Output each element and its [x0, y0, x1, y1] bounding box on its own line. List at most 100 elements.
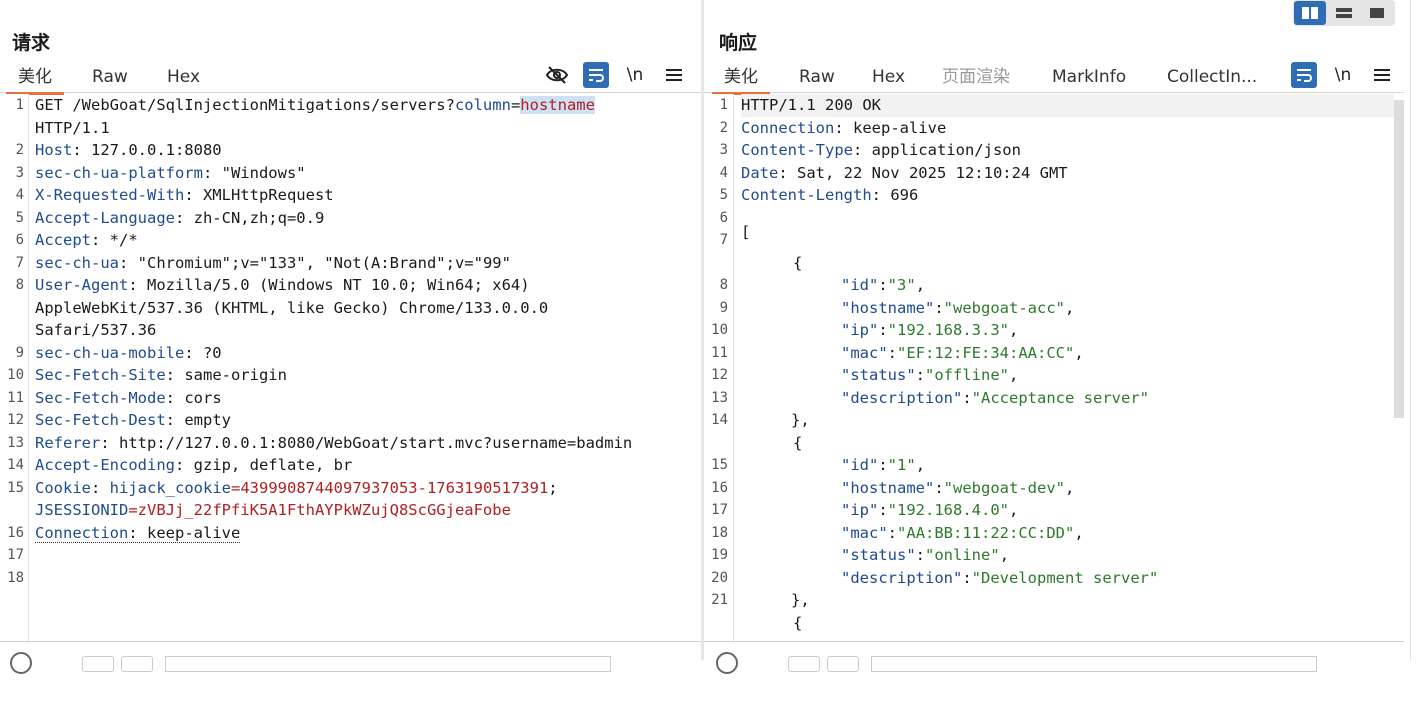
header-line: Referer: http://127.0.0.1:8080/WebGoat/s… — [35, 432, 632, 455]
header-line: Sec-Fetch-Dest: empty — [35, 409, 231, 432]
tab-markinfo[interactable]: MarkInfo — [1052, 66, 1126, 92]
line-number: 16 — [704, 480, 728, 496]
line-number: 11 — [0, 390, 24, 406]
menu-icon[interactable] — [661, 62, 687, 88]
header-line: Safari/537.36 — [35, 319, 156, 342]
line-number: 17 — [0, 547, 24, 563]
right-edge-panel — [1404, 0, 1420, 660]
tab-raw[interactable]: Raw — [92, 66, 128, 92]
settings-icon[interactable] — [716, 652, 738, 674]
line-number: 9 — [704, 300, 728, 316]
cookie-line: Cookie: hijack_cookie=439990874409793705… — [35, 477, 558, 500]
header-line: Accept: */* — [35, 229, 138, 252]
request-footer — [0, 641, 701, 660]
selected-text: hostname — [520, 96, 595, 114]
tab-pretty[interactable]: 美化 — [712, 66, 770, 95]
json-line: { — [793, 252, 802, 275]
line-number: 16 — [0, 525, 24, 541]
line-number: 7 — [0, 255, 24, 271]
line-number: 17 — [704, 502, 728, 518]
header-line: Accept-Encoding: gzip, deflate, br — [35, 454, 352, 477]
forward-button[interactable] — [827, 656, 859, 672]
wrap-icon[interactable] — [1291, 62, 1317, 88]
header-line: sec-ch-ua-mobile: ?0 — [35, 342, 222, 365]
header-line: Sec-Fetch-Site: same-origin — [35, 364, 287, 387]
line-number: 12 — [704, 367, 728, 383]
json-line: [ — [741, 221, 750, 244]
request-pane: 请求 美化 Raw Hex \n 1 2 3 4 5 6 7 8 9 10 11… — [0, 0, 701, 660]
header-line: User-Agent: Mozilla/5.0 (Windows NT 10.0… — [35, 274, 530, 297]
tab-collectinfo[interactable]: CollectIn... — [1167, 66, 1257, 92]
line-number: 13 — [0, 435, 24, 451]
line-number: 4 — [0, 187, 24, 203]
line-number: 10 — [704, 322, 728, 338]
line-number: 20 — [704, 570, 728, 586]
line-number: 18 — [0, 570, 24, 586]
json-line: "mac":"EF:12:FE:34:AA:CC", — [841, 342, 1084, 365]
line-number: 21 — [704, 592, 728, 608]
line-number: 3 — [0, 165, 24, 181]
vertical-scrollbar[interactable] — [1394, 100, 1404, 418]
line-number: 8 — [704, 277, 728, 293]
line-number: 18 — [704, 525, 728, 541]
json-line: "hostname":"webgoat-dev", — [841, 477, 1074, 500]
header-line: X-Requested-With: XMLHttpRequest — [35, 184, 334, 207]
header-line: sec-ch-ua: "Chromium";v="133", "Not(A:Br… — [35, 252, 511, 275]
response-pane: 响应 美化 Raw Hex 页面渲染 MarkInfo CollectIn...… — [704, 0, 1404, 660]
json-line: }, — [791, 589, 810, 612]
header-line: Accept-Language: zh-CN,zh;q=0.9 — [35, 207, 324, 230]
json-line: { — [793, 612, 802, 635]
json-line: "description":"Acceptance server" — [841, 387, 1149, 410]
line-number: 6 — [0, 232, 24, 248]
forward-button[interactable] — [121, 656, 153, 672]
line-gutter: 1 2 3 4 5 6 7 8 9 10 11 12 13 14 15 16 1… — [0, 94, 29, 642]
line-number: 10 — [0, 367, 24, 383]
response-code: HTTP/1.1 200 OK Connection: keep-alive C… — [741, 94, 1404, 702]
tab-raw[interactable]: Raw — [799, 66, 835, 92]
request-tabs: 美化 Raw Hex \n — [0, 62, 701, 93]
line-number: 2 — [704, 120, 728, 136]
request-code: GET /WebGoat/SqlInjectionMitigations/ser… — [35, 94, 701, 589]
json-line: "id":"1", — [841, 454, 925, 477]
newline-icon[interactable]: \n — [622, 62, 648, 88]
back-button[interactable] — [788, 656, 820, 672]
json-line: "hostname":"webgoat-acc", — [841, 297, 1074, 320]
json-line: "status":"offline", — [841, 364, 1018, 387]
settings-icon[interactable] — [10, 652, 32, 674]
response-title: 响应 — [719, 28, 757, 55]
response-editor[interactable]: 1 2 3 4 5 6 7 8 9 10 11 12 13 14 15 16 1… — [704, 94, 1404, 642]
newline-icon[interactable]: \n — [1330, 62, 1356, 88]
header-line: Host: 127.0.0.1:8080 — [35, 139, 222, 162]
tab-hex[interactable]: Hex — [167, 66, 200, 92]
request-editor[interactable]: 1 2 3 4 5 6 7 8 9 10 11 12 13 14 15 16 1… — [0, 94, 701, 642]
line-number: 19 — [704, 547, 728, 563]
header-line: AppleWebKit/537.36 (KHTML, like Gecko) C… — [35, 297, 548, 320]
header-line: Content-Type: application/json — [741, 139, 1021, 162]
header-line: Connection: keep-alive — [35, 522, 240, 545]
cookie-line: JSESSIONID=zVBJj_22fPfiK5A1FthAYPkWZujQ8… — [35, 499, 511, 522]
search-input[interactable] — [165, 656, 611, 672]
tab-pretty[interactable]: 美化 — [6, 66, 64, 95]
wrap-icon[interactable] — [583, 62, 609, 88]
json-line: "mac":"AA:BB:11:22:CC:DD", — [841, 522, 1084, 545]
line-number: 13 — [704, 390, 728, 406]
json-line: "ip":"192.168.4.0", — [841, 499, 1018, 522]
line-number: 5 — [704, 187, 728, 203]
line-number: 15 — [704, 457, 728, 473]
back-button[interactable] — [82, 656, 114, 672]
json-line: "id":"3", — [841, 274, 925, 297]
json-line: }, — [791, 409, 810, 432]
status-line: HTTP/1.1 200 OK — [741, 94, 1394, 117]
line-number: 7 — [704, 232, 728, 248]
header-line: Date: Sat, 22 Nov 2025 12:10:24 GMT — [741, 162, 1068, 185]
line-number: 9 — [0, 345, 24, 361]
header-line: Sec-Fetch-Mode: cors — [35, 387, 222, 410]
eye-slash-icon[interactable] — [544, 62, 570, 88]
menu-icon[interactable] — [1369, 62, 1395, 88]
tab-render[interactable]: 页面渲染 — [942, 66, 1010, 92]
line-number: 14 — [0, 457, 24, 473]
tab-hex[interactable]: Hex — [872, 66, 905, 92]
search-input[interactable] — [871, 656, 1317, 672]
line-number: 5 — [0, 210, 24, 226]
line-number: 11 — [704, 345, 728, 361]
